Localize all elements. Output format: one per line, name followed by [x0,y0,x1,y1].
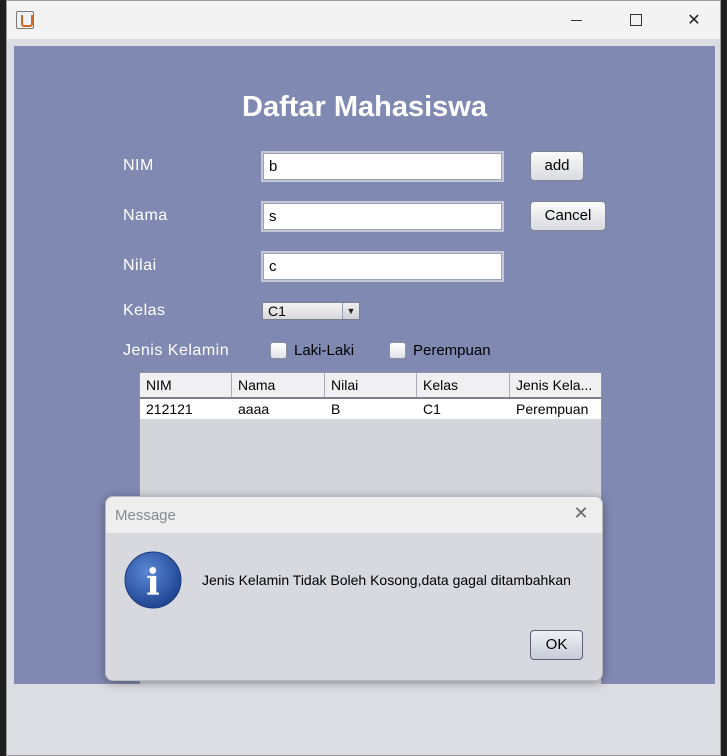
dropdown-arrow-icon[interactable]: ▼ [342,303,359,319]
window-bottom-strip [7,684,720,755]
table-header: NIM Nama Nilai Kelas Jenis Kela... [140,373,601,399]
kelas-dropdown[interactable]: C1 ▼ [262,302,360,320]
kelas-label: Kelas [123,302,166,319]
minimize-button[interactable] [554,1,600,39]
cell-jenis-kelamin: Perempuan [516,401,589,417]
jenis-kelamin-label: Jenis Kelamin [123,342,230,359]
col-header-nama[interactable]: Nama [232,373,325,397]
message-dialog: Message ✕ i Jenis Kelamin Tidak Boleh Ko… [105,496,603,681]
nilai-label: Nilai [123,257,157,274]
cell-nim: 212121 [146,401,193,417]
kelas-selected-value: C1 [268,303,286,319]
cell-nama: aaaa [238,401,270,417]
add-button[interactable]: add [530,151,584,181]
java-app-icon [16,11,34,29]
dialog-close-icon[interactable]: ✕ [571,504,591,524]
nilai-field[interactable]: c [261,251,504,282]
dialog-message: Jenis Kelamin Tidak Boleh Kosong,data ga… [202,572,571,588]
nama-label: Nama [123,207,168,224]
page-title: Daftar Mahasiswa [242,91,487,123]
cell-kelas: C1 [423,401,441,417]
col-header-kelas[interactable]: Kelas [417,373,510,397]
col-header-nilai[interactable]: Nilai [325,373,417,397]
perempuan-label[interactable]: Perempuan [413,342,491,359]
col-header-nim[interactable]: NIM [140,373,232,397]
cancel-button[interactable]: Cancel [530,201,606,231]
table-row[interactable]: 212121 aaaa B C1 Perempuan [140,399,601,419]
col-header-jenis-kelamin[interactable]: Jenis Kela... [510,373,601,397]
nama-field[interactable]: s [261,201,504,232]
dialog-title-bar[interactable]: Message ✕ [106,497,602,533]
nim-label: NIM [123,157,154,174]
nim-field[interactable]: b [261,151,504,182]
perempuan-checkbox[interactable] [389,342,406,359]
laki-laki-checkbox[interactable] [270,342,287,359]
title-bar[interactable]: ✕ [7,1,720,39]
info-icon-letter: i [146,562,160,604]
close-button[interactable]: ✕ [671,1,717,39]
ok-button[interactable]: OK [530,630,583,660]
dialog-title: Message [115,507,176,524]
info-icon: i [124,551,182,609]
laki-laki-label[interactable]: Laki-Laki [294,342,354,359]
cell-nilai: B [331,401,341,417]
maximize-button[interactable] [613,1,659,39]
